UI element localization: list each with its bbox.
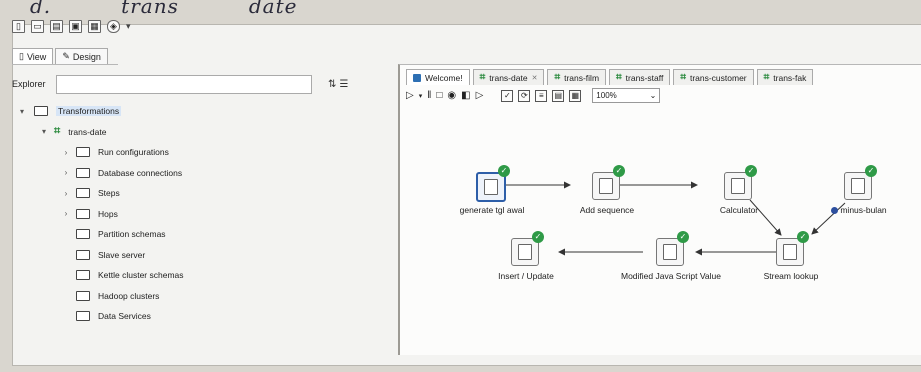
folder-icon <box>76 229 90 240</box>
step-label: Add sequence <box>579 205 635 215</box>
check-icon: ✓ <box>532 231 544 243</box>
tree-item-database-connections[interactable]: › Database connections <box>12 163 392 184</box>
tree-item-hops[interactable]: › Hops <box>12 204 392 225</box>
tree-item-trans-date[interactable]: ▾ ⌗ trans-date <box>12 122 392 143</box>
open-file-icon[interactable]: ▭ <box>31 20 44 33</box>
tree-item-label: Run configurations <box>98 147 169 158</box>
step-label: generate tgl awal <box>459 205 525 215</box>
tab-design-label: Design <box>72 51 101 62</box>
tree-item-data-services[interactable]: Data Services <box>12 306 392 327</box>
folder-icon <box>76 290 90 301</box>
tree-item-label: Transformations <box>56 106 122 117</box>
step-label: Insert / Update <box>498 271 554 281</box>
left-panel: ▯ View ✎ Design Explorer ⇅☰ ▾ Transforma… <box>12 46 392 336</box>
explorer-search-row: Explorer ⇅☰ <box>12 74 392 94</box>
tree-item-label: Partition schemas <box>98 229 166 240</box>
note-word-1: trans <box>121 0 179 18</box>
tree-item-label: Hops <box>98 208 118 219</box>
explorer-search-input[interactable] <box>56 74 312 94</box>
left-panel-tabs: ▯ View ✎ Design <box>12 46 118 65</box>
view-icon: ▯ <box>19 51 24 61</box>
perspective-icon[interactable]: ◈ <box>107 20 120 33</box>
tree-item-label: Database connections <box>98 167 183 178</box>
explorer-tools: ⇅☰ <box>328 79 351 90</box>
chevron-right-icon[interactable]: › <box>60 148 72 157</box>
step-label: Modified Java Script Value <box>620 271 721 281</box>
chevron-down-icon[interactable]: ▾ <box>126 21 131 32</box>
step-label: Calculator <box>719 205 759 215</box>
handwritten-note: d. trans date <box>30 0 367 18</box>
main-toolbar: ▯ ▭ ▤ ▣ ▦ ◈ ▾ <box>12 20 131 33</box>
check-icon: ✓ <box>797 231 809 243</box>
explore-repo-icon[interactable]: ▤ <box>50 20 63 33</box>
info-dot-icon <box>831 207 839 215</box>
folder-icon <box>76 270 90 281</box>
tab-view-label: View <box>26 51 47 62</box>
save-icon[interactable]: ▣ <box>69 20 82 33</box>
tree-item-label: Steps <box>98 188 120 199</box>
tab-design[interactable]: ✎ Design <box>55 48 108 64</box>
folder-icon <box>76 249 90 260</box>
check-icon: ✓ <box>865 165 877 177</box>
folder-icon <box>76 188 90 199</box>
tree-item-label: trans-date <box>68 126 107 137</box>
chevron-down-icon[interactable]: ▾ <box>16 107 28 116</box>
tree-item-label: Slave server <box>98 249 146 260</box>
chevron-right-icon[interactable]: › <box>60 168 72 177</box>
collapse-all-icon[interactable]: ⇅ <box>328 79 339 90</box>
tree-item-label: Hadoop clusters <box>98 290 160 301</box>
tree-item-steps[interactable]: › Steps <box>12 183 392 204</box>
tree-item-transformations[interactable]: ▾ Transformations <box>12 101 392 122</box>
transformation-canvas-panel: Welcome! ⌗ trans-date ✕ ⌗ trans-film ⌗ t… <box>398 64 921 355</box>
tree-item-label: Kettle cluster schemas <box>98 270 184 281</box>
folder-icon <box>76 167 90 178</box>
folder-icon <box>34 106 48 117</box>
tree-item-run-configurations[interactable]: › Run configurations <box>12 142 392 163</box>
check-icon: ✓ <box>745 165 757 177</box>
explorer-tree: ▾ Transformations ▾ ⌗ trans-date › Run c… <box>12 101 392 327</box>
transformation-icon: ⌗ <box>54 125 61 138</box>
tree-item-label: Data Services <box>98 311 151 322</box>
check-icon: ✓ <box>498 165 510 177</box>
chevron-right-icon[interactable]: › <box>60 189 72 198</box>
check-icon: ✓ <box>677 231 689 243</box>
list-view-icon[interactable]: ☰ <box>339 79 351 90</box>
step-label-text: minus-bulan <box>840 205 887 215</box>
tab-view[interactable]: ▯ View <box>12 48 54 64</box>
folder-icon <box>76 147 90 158</box>
note-word-2: date <box>248 0 298 18</box>
new-file-icon[interactable]: ▯ <box>12 20 25 33</box>
step-label: Stream lookup <box>763 271 819 281</box>
tree-item-partition-schemas[interactable]: Partition schemas <box>12 224 392 245</box>
explorer-label: Explorer <box>12 79 46 89</box>
folder-icon <box>76 311 90 322</box>
chevron-down-icon[interactable]: ▾ <box>38 127 50 136</box>
tree-item-slave-server[interactable]: Slave server <box>12 245 392 266</box>
step-label: minus-bulan <box>804 205 914 215</box>
tree-item-hadoop-clusters[interactable]: Hadoop clusters <box>12 286 392 307</box>
note-index: d. <box>30 0 52 18</box>
save-as-icon[interactable]: ▦ <box>88 20 101 33</box>
pencil-icon: ✎ <box>62 51 70 61</box>
check-icon: ✓ <box>613 165 625 177</box>
folder-icon <box>76 208 90 219</box>
chevron-right-icon[interactable]: › <box>60 209 72 218</box>
tree-item-kettle-cluster-schemas[interactable]: Kettle cluster schemas <box>12 265 392 286</box>
